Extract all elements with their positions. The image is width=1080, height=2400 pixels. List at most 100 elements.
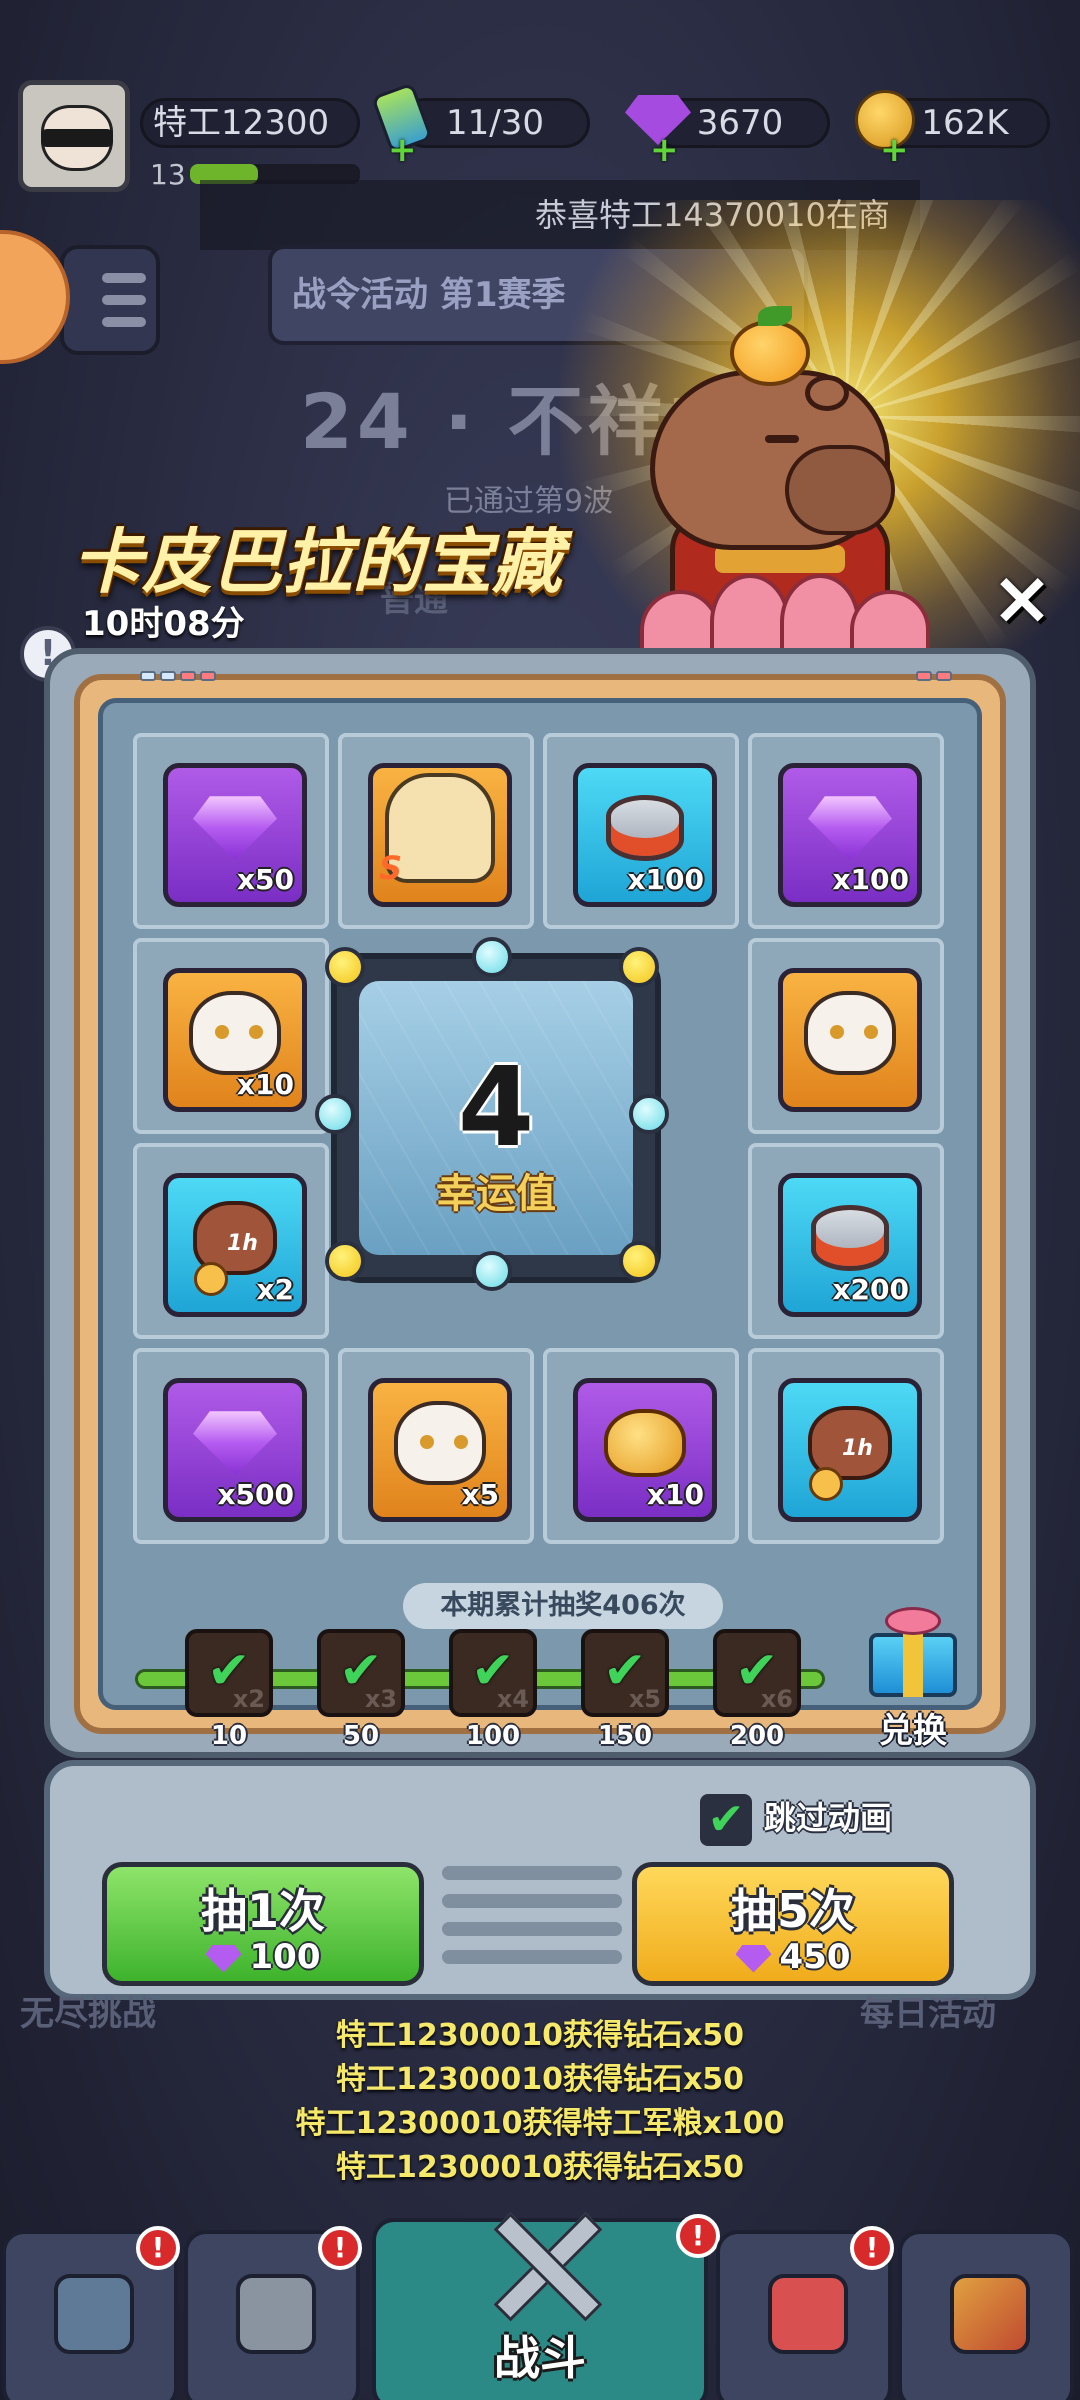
feed-item: 特工12300010获得钻石x50 <box>335 2062 745 2097</box>
reward-cell[interactable]: x50 <box>133 733 329 929</box>
reward-cell[interactable]: x5 <box>338 1348 534 1544</box>
alert-badge: ! <box>318 2226 362 2270</box>
armor-icon <box>54 2274 134 2354</box>
light-dot <box>619 947 659 987</box>
gem-icon <box>193 1411 277 1476</box>
gift-box-icon[interactable] <box>863 1603 963 1699</box>
reward-quantity: x50 <box>236 863 294 896</box>
nav-weapons[interactable]: ! <box>184 2226 362 2400</box>
reward-item: x100 <box>573 763 717 907</box>
nav-equipment[interactable]: ! <box>2 2226 180 2400</box>
light-dot <box>472 1251 512 1291</box>
reward-item: x100 <box>778 763 922 907</box>
gold-pouch-icon <box>604 1409 686 1478</box>
reward-board: x50 x100 x100 x10 x2 x200 x500 x5 x10 4 幸运值 本期累计… <box>98 698 982 1751</box>
reward-item: x200 <box>778 1173 922 1317</box>
white-tiger-icon <box>394 1401 486 1486</box>
treasure-panel: x50 x100 x100 x10 x2 x200 x500 x5 x10 4 幸运值 本期累计… <box>44 648 1036 1758</box>
avatar[interactable] <box>18 80 130 192</box>
reward-cell[interactable]: x10 <box>543 1348 739 1544</box>
milestone-threshold: 150 <box>597 1721 653 1751</box>
checkbox-checked-icon[interactable]: ✔ <box>700 1794 752 1846</box>
white-tiger-icon <box>189 991 281 1076</box>
ration-can-icon <box>811 1205 889 1272</box>
reward-quantity: x100 <box>627 863 704 896</box>
player-name: 特工12300 <box>140 98 360 148</box>
reward-cell[interactable] <box>338 733 534 929</box>
coin-icon <box>809 1467 843 1501</box>
nav-battle[interactable]: 战斗 ! <box>372 2212 720 2400</box>
reward-cell[interactable]: x10 <box>133 938 329 1134</box>
skip-animation-toggle[interactable]: ✔ 跳过动画 <box>700 1790 892 1846</box>
feed-item: 特工12300010获得钻石x50 <box>335 2150 745 2185</box>
milestone-reward[interactable]: ✔ x2 <box>185 1629 273 1717</box>
gem-icon <box>205 1944 242 1973</box>
reward-quantity: x200 <box>832 1273 909 1306</box>
milestone-reward[interactable]: ✔ x5 <box>581 1629 669 1717</box>
milestone-reward[interactable]: ✔ x4 <box>449 1629 537 1717</box>
luck-screen: 4 幸运值 <box>359 981 633 1255</box>
event-timer: 10时08分 <box>82 604 245 644</box>
reward-cell[interactable] <box>748 938 944 1134</box>
milestone-reward[interactable]: ✔ x3 <box>317 1629 405 1717</box>
white-tiger-icon <box>804 991 896 1076</box>
shop-icon <box>768 2274 848 2354</box>
vent-grille <box>442 1866 622 1986</box>
player-level: 13 <box>150 158 186 191</box>
reward-item: x10 <box>573 1378 717 1522</box>
plus-icon[interactable]: + <box>880 133 909 167</box>
milestone-threshold: 10 <box>210 1721 248 1751</box>
panel-lights <box>916 666 956 685</box>
plus-icon[interactable]: + <box>650 133 679 167</box>
bottom-nav: ! ! 战斗 ! ! <box>0 2212 1080 2400</box>
menu-button[interactable] <box>60 245 160 355</box>
plus-icon[interactable]: + <box>388 133 417 167</box>
reward-cell[interactable] <box>748 1348 944 1544</box>
draw-once-label: 抽1次 <box>200 1884 325 1938</box>
close-icon[interactable]: × <box>990 561 1054 635</box>
panel-lights <box>140 666 220 685</box>
draw-once-cost: 100 <box>107 1937 419 1977</box>
reward-item: x5 <box>368 1378 512 1522</box>
reward-quantity: x5 <box>461 1478 499 1511</box>
gem-icon <box>808 796 892 861</box>
reward-feed: 特工12300010获得钻石x50 特工12300010获得钻石x50 特工12… <box>0 2014 1080 2190</box>
draw-controls: ✔ 跳过动画 抽1次 100 抽5次 450 <box>44 1760 1036 2000</box>
reward-cell[interactable]: x100 <box>748 733 944 929</box>
nav-shop[interactable]: ! <box>716 2226 894 2400</box>
avatar-glasses <box>41 129 113 147</box>
light-dot <box>472 937 512 977</box>
luck-label: 幸运值 <box>436 1171 556 1217</box>
hero-portrait-icon <box>379 773 495 887</box>
reward-quantity: x500 <box>217 1478 294 1511</box>
reward-item: x10 <box>163 968 307 1112</box>
milestone-threshold: 50 <box>342 1721 380 1751</box>
reward-item: x2 <box>163 1173 307 1317</box>
draw-five-button[interactable]: 抽5次 450 <box>632 1862 954 1986</box>
exchange-button[interactable]: 兑换 <box>863 1703 963 1752</box>
reward-cell[interactable]: x100 <box>543 733 739 929</box>
skip-animation-label: 跳过动画 <box>764 1799 893 1837</box>
light-dot <box>629 1094 669 1134</box>
alert-badge: ! <box>676 2214 720 2258</box>
reward-item <box>778 968 922 1112</box>
reward-cell[interactable]: x500 <box>133 1348 329 1544</box>
crossed-swords-icon <box>476 2202 616 2322</box>
feed-item: 特工12300010获得特工军粮x100 <box>295 2106 785 2141</box>
reward-item: x50 <box>163 763 307 907</box>
reward-quantity: x10 <box>236 1068 294 1101</box>
reward-cell[interactable]: x200 <box>748 1143 944 1339</box>
nav-gene[interactable] <box>898 2230 1074 2400</box>
alert-badge: ! <box>136 2226 180 2270</box>
panel-frame: x50 x100 x100 x10 x2 x200 x500 x5 x10 4 幸运值 本期累计… <box>74 671 1006 1751</box>
nav-battle-label: 战斗 <box>494 2331 586 2385</box>
ration-can-icon <box>606 795 684 862</box>
reward-item: x500 <box>163 1378 307 1522</box>
reward-cell[interactable]: x2 <box>133 1143 329 1339</box>
draw-once-button[interactable]: 抽1次 100 <box>102 1862 424 1986</box>
alert-badge: ! <box>850 2226 894 2270</box>
reward-quantity: x10 <box>646 1478 704 1511</box>
luck-display: 4 幸运值 <box>315 937 669 1291</box>
milestone-reward[interactable]: ✔ x6 <box>713 1629 801 1717</box>
milestone-threshold: 100 <box>465 1721 521 1751</box>
